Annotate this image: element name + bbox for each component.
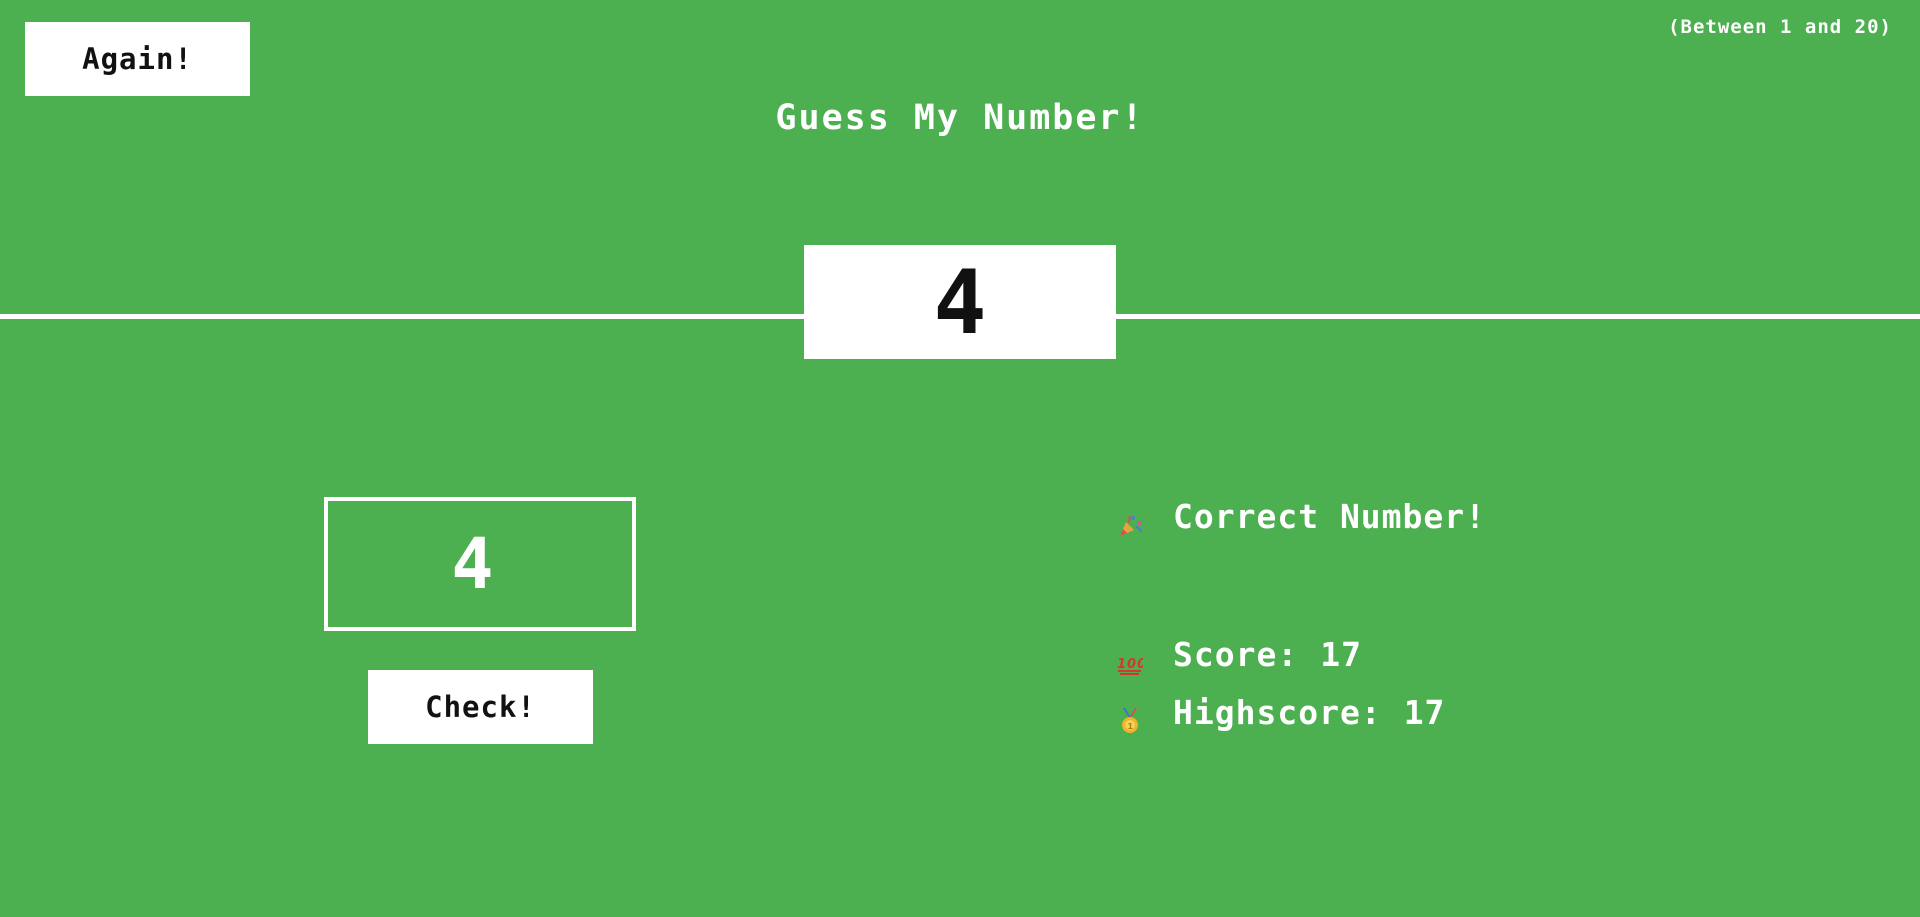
check-button[interactable]: Check! (368, 670, 593, 744)
score-label: Score: (1173, 635, 1299, 674)
secret-number: 4 (933, 250, 987, 354)
medal-icon: 1 (1117, 700, 1141, 733)
highscore-value: 17 (1403, 693, 1446, 732)
score-value: 17 (1320, 635, 1362, 674)
highscore-label: Highscore: (1173, 693, 1382, 732)
secret-number-box: 4 (804, 245, 1116, 359)
again-button[interactable]: Again! (25, 22, 250, 96)
page-title: Guess My Number! (775, 98, 1145, 138)
party-popper-icon (1117, 504, 1142, 536)
game-page: Again! (Between 1 and 20) Guess My Numbe… (0, 0, 1920, 917)
guess-input[interactable] (324, 497, 636, 631)
highscore-line: 1 Highscore: 17 (1117, 693, 1446, 733)
svg-text:100: 100 (1117, 657, 1143, 672)
svg-text:1: 1 (1128, 722, 1135, 731)
range-hint: (Between 1 and 20) (1668, 16, 1892, 38)
hundred-points-icon: 100 (1117, 642, 1143, 675)
status-message-text: Correct Number! (1173, 497, 1487, 536)
status-message: Correct Number! (1117, 497, 1486, 536)
score-line: 100 Score: 17 (1117, 635, 1362, 675)
